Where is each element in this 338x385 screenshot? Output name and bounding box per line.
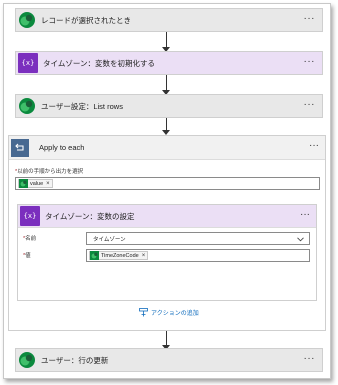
dataverse-icon (18, 351, 36, 369)
variable-icon: {x} (20, 206, 40, 226)
more-options-icon[interactable]: ··· (300, 210, 310, 220)
step-update-row[interactable]: ユーザー：行の更新 ··· (15, 348, 323, 372)
value-field[interactable]: TimeZoneCode × (86, 249, 310, 262)
step-initialize-variable[interactable]: {x} タイムゾーン：変数を初期化する ··· (15, 51, 323, 75)
value-token[interactable]: value × (18, 179, 53, 188)
step-trigger[interactable]: レコードが選択されたとき ··· (15, 8, 323, 32)
step-title: ユーザー設定：List rows (41, 101, 123, 111)
apply-to-each-container: Apply to each ··· *以前の手順から出力を選択 value × … (8, 135, 326, 331)
select-output-field[interactable]: value × (15, 177, 320, 190)
step-title: レコードが選択されたとき (41, 15, 131, 25)
dataverse-icon (18, 97, 36, 115)
flow-canvas: レコードが選択されたとき ··· {x} タイムゾーン：変数を初期化する ···… (3, 3, 331, 379)
dataverse-icon (18, 11, 36, 29)
add-action-button[interactable]: アクションの追加 (139, 308, 199, 317)
name-dropdown-value: タイムゾーン (93, 236, 126, 243)
step-title: タイムゾーン：変数を初期化する (43, 58, 155, 68)
chevron-down-icon (297, 237, 304, 242)
name-dropdown[interactable]: タイムゾーン (86, 232, 310, 245)
more-options-icon[interactable]: ··· (309, 141, 319, 151)
more-options-icon[interactable]: ··· (304, 57, 316, 67)
set-variable-title: タイムゾーン：変数の設定 (45, 211, 135, 221)
step-title: ユーザー：行の更新 (41, 355, 109, 365)
remove-token-icon[interactable]: × (142, 253, 146, 259)
set-variable-card: {x} タイムゾーン：変数の設定 ··· *名前 タイムゾーン *値 TimeZ… (17, 204, 317, 301)
name-label: *名前 (23, 236, 37, 242)
dataverse-icon (19, 179, 28, 188)
add-action-icon (139, 308, 148, 317)
connector-arrow (162, 118, 170, 136)
more-options-icon[interactable]: ··· (304, 100, 316, 110)
more-options-icon[interactable]: ··· (304, 14, 316, 24)
timezonecode-token[interactable]: TimeZoneCode × (89, 251, 149, 260)
dataverse-icon (90, 251, 99, 260)
more-options-icon[interactable]: ··· (304, 354, 316, 364)
variable-icon: {x} (18, 53, 38, 73)
apply-to-each-header[interactable]: Apply to each ··· (9, 136, 325, 160)
select-output-label: *以前の手順から出力を選択 (15, 169, 84, 175)
set-variable-header[interactable]: {x} タイムゾーン：変数の設定 ··· (18, 205, 316, 228)
remove-token-icon[interactable]: × (46, 181, 50, 187)
value-label: *値 (23, 253, 31, 259)
step-list-rows[interactable]: ユーザー設定：List rows ··· (15, 94, 323, 118)
loop-icon (11, 138, 29, 157)
apply-to-each-title: Apply to each (39, 143, 85, 152)
